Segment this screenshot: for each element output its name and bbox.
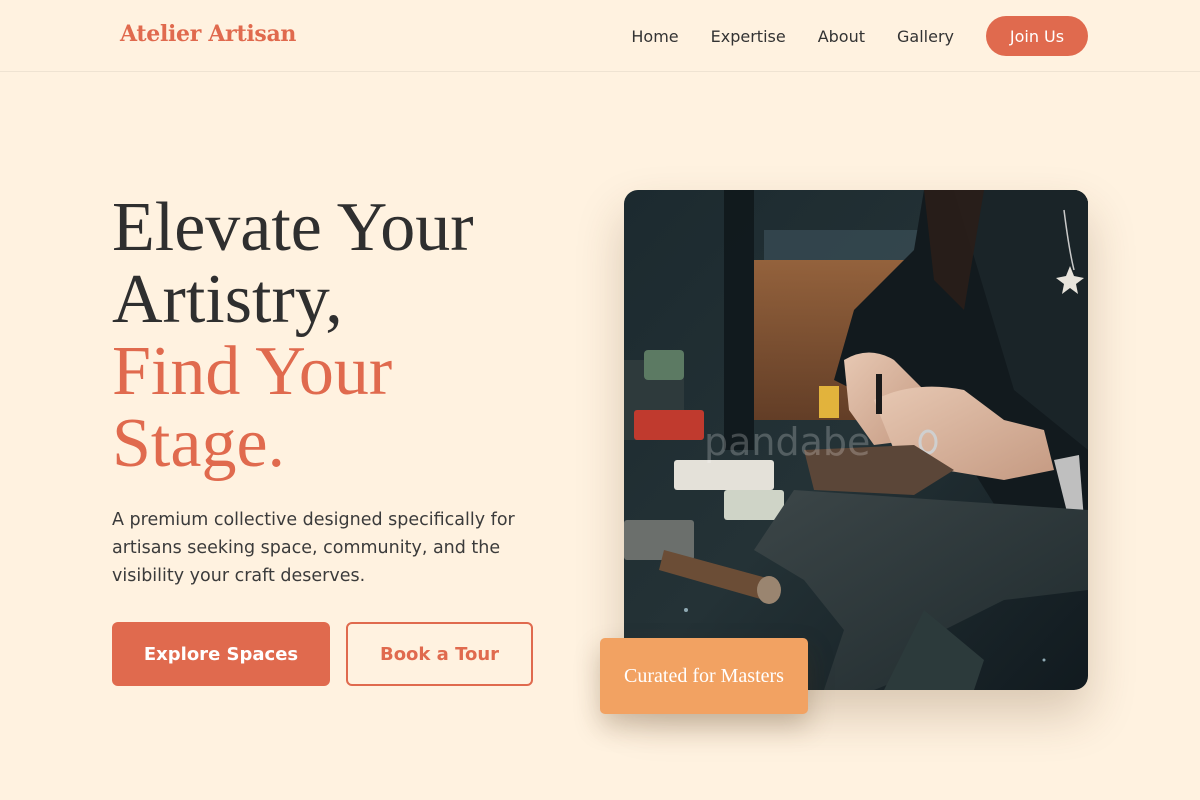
hero-headline: Elevate Your Artistry, Find Your Stage. (112, 192, 552, 480)
headline-accent-line-1: Find Your (112, 333, 393, 410)
hero-image: pandabe (624, 190, 1088, 690)
main-nav: Home Expertise About Gallery Join Us (631, 16, 1088, 56)
image-watermark: pandabe (704, 420, 870, 464)
book-tour-button[interactable]: Book a Tour (346, 622, 533, 686)
nav-link-gallery[interactable]: Gallery (897, 27, 954, 46)
headline-line-1: Elevate Your (112, 189, 474, 266)
site-header: Atelier Artisan Home Expertise About Gal… (0, 0, 1200, 72)
nav-link-expertise[interactable]: Expertise (711, 27, 786, 46)
hero-actions: Explore Spaces Book a Tour (112, 622, 533, 686)
nav-link-home[interactable]: Home (631, 27, 678, 46)
join-us-button[interactable]: Join Us (986, 16, 1088, 56)
hero-subtitle: A premium collective designed specifical… (112, 510, 515, 586)
headline-line-2: Artistry, (112, 261, 343, 338)
brand-logo[interactable]: Atelier Artisan (120, 21, 296, 47)
hero-content: Elevate Your Artistry, Find Your Stage. … (112, 192, 552, 686)
nav-link-about[interactable]: About (818, 27, 865, 46)
headline-accent-line-2: Stage. (112, 405, 286, 482)
explore-spaces-button[interactable]: Explore Spaces (112, 622, 330, 686)
curated-badge: Curated for Masters (600, 638, 808, 714)
artisan-workshop-photo: pandabe (624, 190, 1088, 690)
